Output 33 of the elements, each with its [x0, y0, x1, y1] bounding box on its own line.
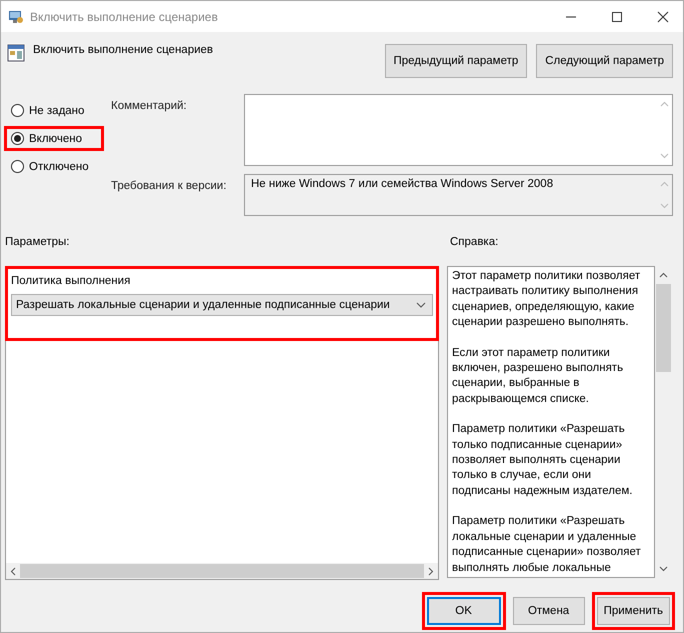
field-label: Комментарий:: [111, 99, 188, 114]
scroll-up-icon[interactable]: [659, 272, 668, 278]
dialog-button[interactable]: Отмена: [512, 597, 585, 625]
help-paragraph: Если этот параметр политики включен, разрешено выполнять сценарии, выбранные в раскрывающемся списке.: [452, 346, 624, 407]
scroll-left-icon[interactable]: [10, 566, 16, 576]
help-paragraph: Параметр политики «Разрешать локальные сценарии и удаленные подписанные сценарии» позволяет выполнять любые локальные: [452, 514, 642, 576]
maximize-icon[interactable]: [611, 10, 623, 22]
requirements-text: Не ниже Windows 7 или семейства Windows Server 2008: [250, 177, 554, 192]
section-label: Параметры:: [5, 236, 70, 250]
scroll-thumb[interactable]: [20, 564, 424, 578]
help-paragraph: Параметр политики «Разрешать только подписанные сценарии» позволяет выполнять сценарии только в случае, если они подписаны надежным издателем.: [452, 422, 634, 499]
dialog-button[interactable]: OK: [426, 597, 501, 625]
scroll-down-icon[interactable]: [659, 566, 668, 572]
radio-option[interactable]: Отключено: [11, 160, 97, 173]
policy-dropdown[interactable]: Разрешать локальные сценарии и удаленные подписанные сценарии: [11, 294, 433, 316]
field-label: Требования к версии:: [111, 179, 228, 194]
close-icon[interactable]: [657, 10, 669, 22]
option-label: Политика выполнения: [11, 275, 132, 287]
window-title: Включить выполнение сценариев: [30, 10, 218, 24]
scroll-right-icon[interactable]: [428, 566, 434, 576]
policy-title: Включить выполнение сценариев: [33, 44, 214, 56]
app-icon: [8, 8, 24, 24]
nav-button[interactable]: Предыдущий параметр: [384, 44, 528, 78]
radio-option[interactable]: Не задано: [11, 104, 97, 117]
dialog-button[interactable]: Применить: [596, 597, 670, 625]
help-paragraph: Этот параметр политики позволяет настраивать политику выполнения сценариев, определяющую, какие сценарии разрешено выполнять.: [452, 269, 642, 330]
horizontal-scrollbar[interactable]: [6, 563, 438, 579]
radio-option[interactable]: Включено: [11, 132, 97, 145]
nav-button[interactable]: Следующий параметр: [536, 44, 673, 78]
policy-icon: [7, 44, 25, 62]
chevron-icon: [416, 302, 426, 308]
scroll-thumb[interactable]: [656, 284, 671, 372]
section-label: Справка:: [450, 236, 498, 250]
